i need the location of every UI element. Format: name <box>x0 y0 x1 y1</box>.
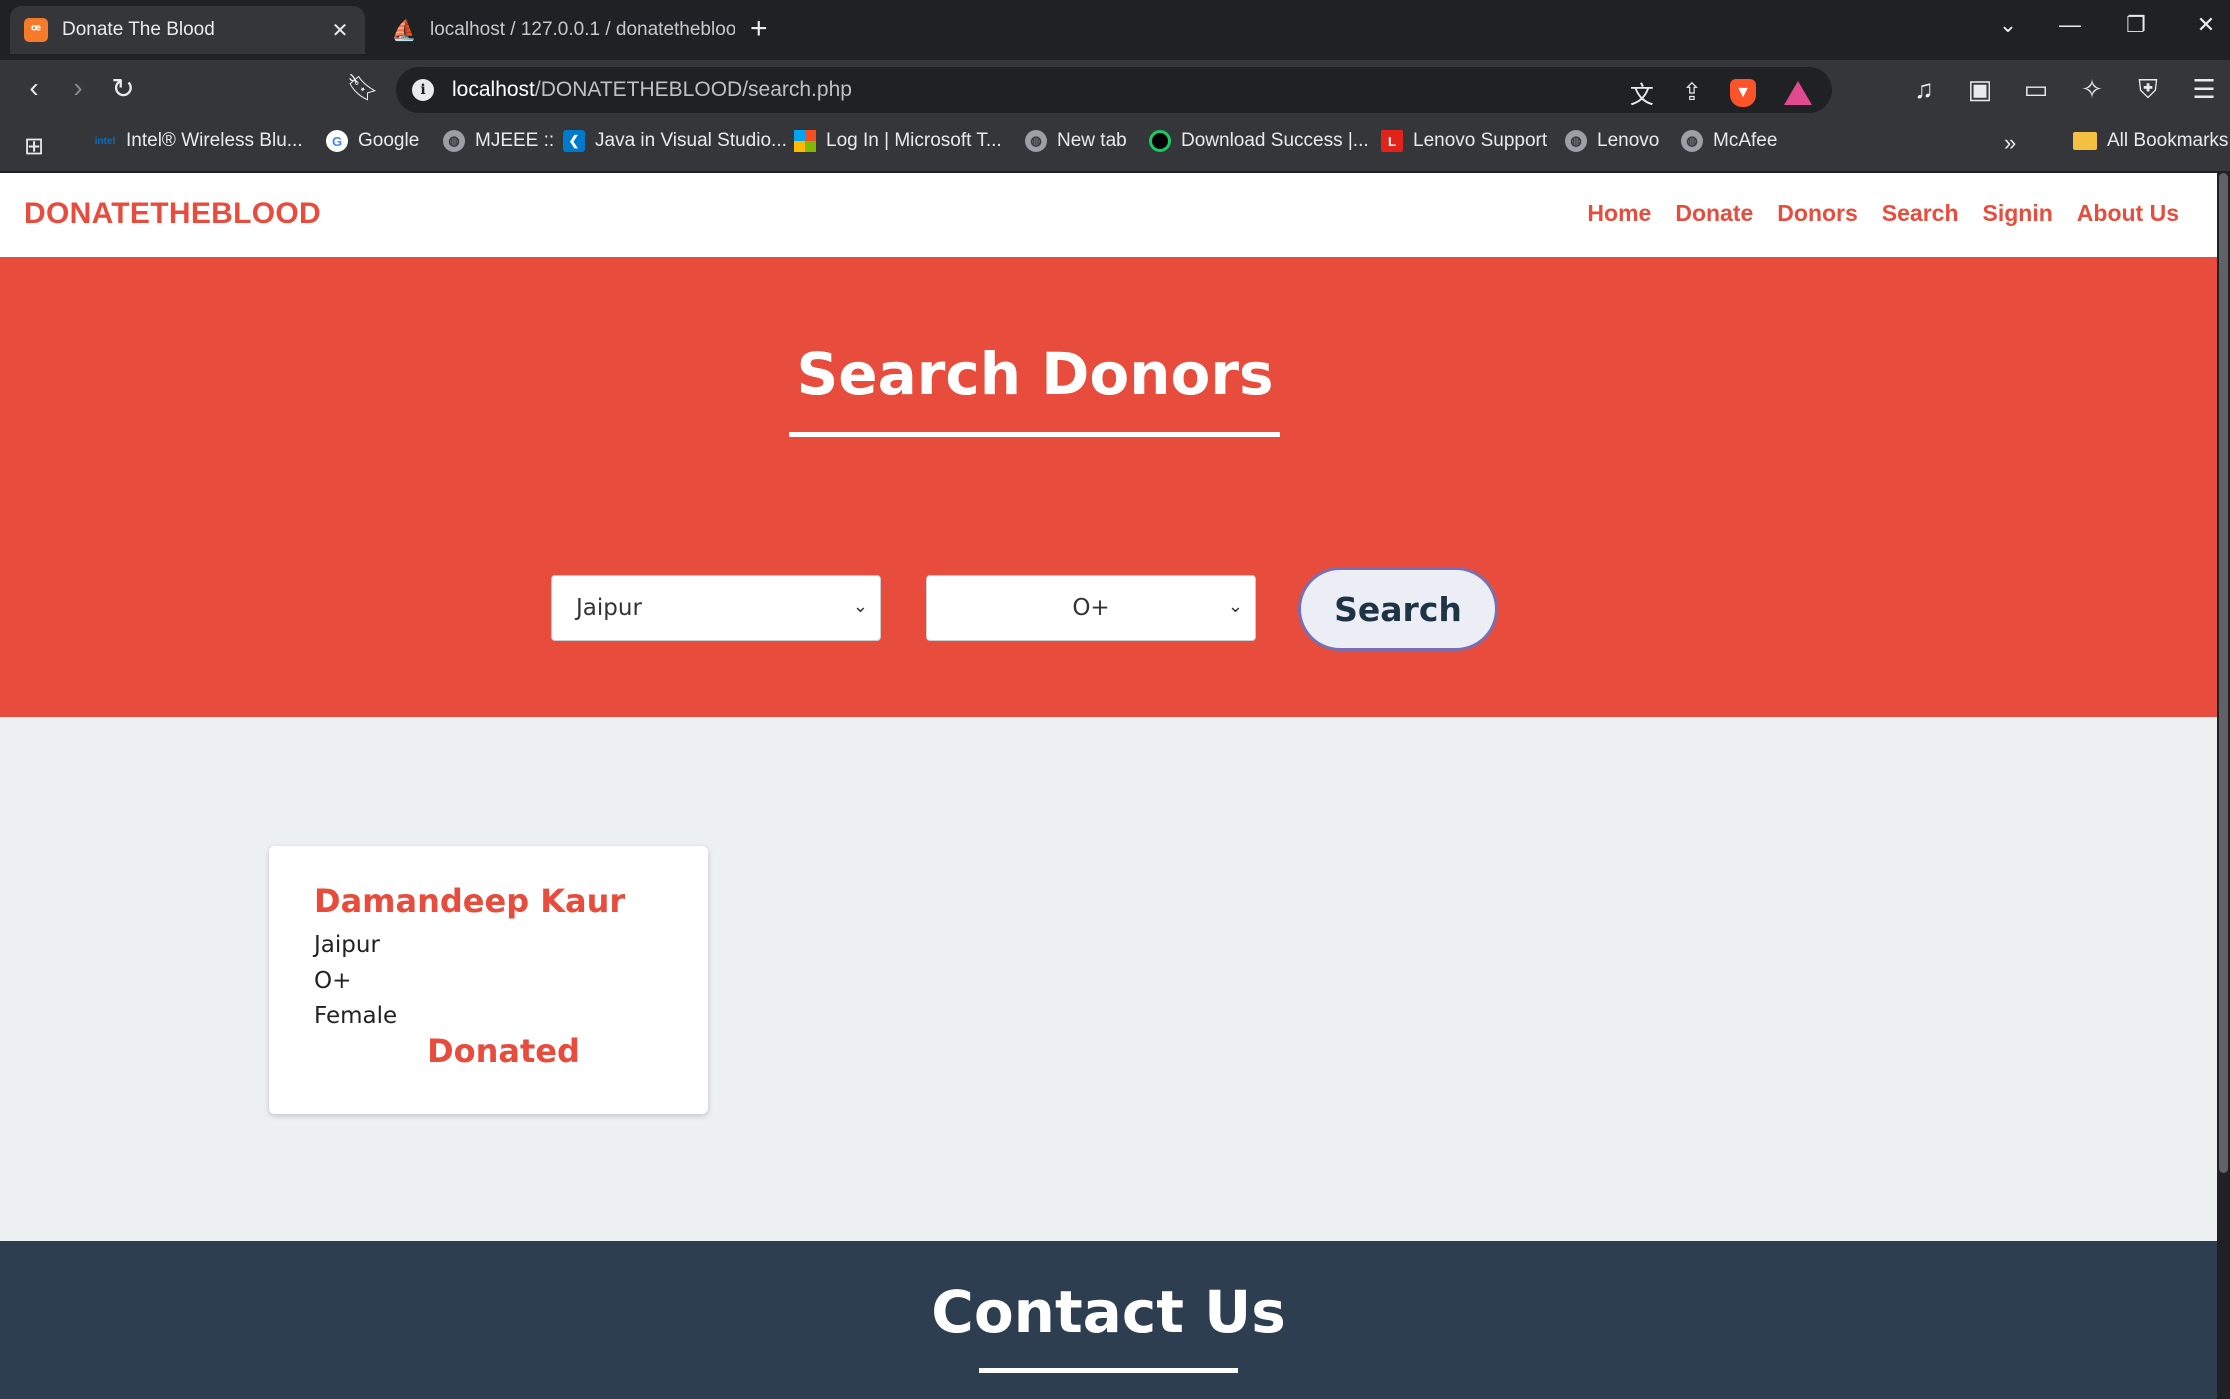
translate-icon[interactable]: 文 <box>1630 75 1654 110</box>
bookmark-download-success[interactable]: Download Success |... <box>1149 130 1369 152</box>
search-hero: Search Donors Jaipur ⌄ O+ ⌄ Search <box>0 257 2217 717</box>
site-info-icon[interactable]: i <box>412 79 434 101</box>
minimize-icon[interactable]: — <box>2050 12 2090 38</box>
reload-icon[interactable]: ↻ <box>103 72 143 105</box>
tab-donate-the-blood[interactable]: ꟹ Donate The Blood ✕ <box>10 6 365 54</box>
back-arrow-icon[interactable]: ‹ <box>14 72 54 104</box>
vpn-shield-icon[interactable]: ⛨ <box>2132 74 2164 106</box>
contact-title: Contact Us <box>931 1278 1286 1346</box>
brave-shields-icon[interactable]: ▼ <box>1730 78 1756 107</box>
menu-icon[interactable]: ☰ <box>2188 74 2220 106</box>
share-icon[interactable]: ⇪ <box>1682 78 1702 107</box>
globe-icon: ◍ <box>1681 130 1703 152</box>
restore-icon[interactable]: ❐ <box>2116 12 2156 38</box>
globe-icon: ◍ <box>1565 130 1587 152</box>
site-nav-links: Home Donate Donors Search Signin About U… <box>1587 200 2179 227</box>
media-icon[interactable]: ♫ <box>1908 74 1940 106</box>
title-underline <box>789 432 1280 437</box>
lenovo-icon: L <box>1381 130 1403 152</box>
scrollbar-thumb[interactable] <box>2219 173 2228 1173</box>
donor-city: Jaipur <box>314 932 380 958</box>
bookmark-mcafee[interactable]: ◍ McAfee <box>1681 130 1777 152</box>
tab-title: localhost / 127.0.0.1 / donatetheblood <box>430 19 735 40</box>
more-bookmarks-chevron-icon[interactable]: » <box>2004 130 2016 156</box>
close-icon[interactable]: ✕ <box>325 18 355 43</box>
nav-search[interactable]: Search <box>1882 200 1959 227</box>
all-bookmarks[interactable]: All Bookmarks <box>2073 130 2228 152</box>
globe-icon: ◍ <box>1025 130 1047 152</box>
bookmark-mjeee[interactable]: ◍ MJEEE :: <box>443 130 554 152</box>
tab-title: Donate The Blood <box>62 19 215 40</box>
contact-title-underline <box>979 1368 1238 1373</box>
forward-arrow-icon[interactable]: › <box>58 72 98 104</box>
leo-ai-icon[interactable]: ✧ <box>2076 74 2108 106</box>
sidebar-icon[interactable]: ▣ <box>1964 74 1996 106</box>
donor-status: Donated <box>427 1032 580 1070</box>
chevron-down-icon: ⌄ <box>1227 596 1243 617</box>
apps-grid-icon[interactable]: ⊞ <box>24 132 44 161</box>
phpmyadmin-icon: ⛵ <box>391 19 417 42</box>
bookmark-intel[interactable]: intel Intel® Wireless Blu... <box>94 130 303 152</box>
web-page: DONATETHEBLOOD Home Donate Donors Search… <box>0 173 2217 1399</box>
city-select-value: Jaipur <box>576 595 642 621</box>
vscode-icon: ❮ <box>563 130 585 152</box>
contact-section: Contact Us <box>0 1241 2217 1399</box>
nav-donate[interactable]: Donate <box>1675 200 1753 227</box>
bookmark-new-tab[interactable]: ◍ New tab <box>1025 130 1127 152</box>
donor-card: Damandeep Kaur Jaipur O+ Female Donated <box>269 846 708 1114</box>
search-button[interactable]: Search <box>1298 567 1498 651</box>
page-title: Search Donors <box>796 340 1274 408</box>
globe-icon: ◍ <box>443 130 465 152</box>
donor-blood-group: O+ <box>314 968 352 994</box>
browser-tab-bar: ꟹ Donate The Blood ✕ ⛵ localhost / 127.0… <box>0 0 2230 60</box>
blood-group-select[interactable]: O+ ⌄ <box>926 575 1256 641</box>
page-scrollbar[interactable] <box>2217 173 2230 1399</box>
brave-rewards-icon[interactable] <box>1784 80 1812 105</box>
site-brand[interactable]: DONATETHEBLOOD <box>24 197 321 231</box>
browser-toolbar: ‹ › ↻ 🔖︎ i localhost/DONATETHEBLOOD/sear… <box>0 60 2230 120</box>
xampp-icon: ꟹ <box>24 18 48 42</box>
nav-about-us[interactable]: About Us <box>2077 200 2179 227</box>
wallet-icon[interactable]: ▭ <box>2020 74 2052 106</box>
bookmark-microsoft[interactable]: Log In | Microsoft T... <box>794 130 1002 152</box>
window-close-icon[interactable]: ✕ <box>2186 12 2226 38</box>
bookmark-lenovo-support[interactable]: L Lenovo Support <box>1381 130 1547 152</box>
chevron-down-icon: ⌄ <box>852 596 868 617</box>
bookmark-google[interactable]: G Google <box>326 130 419 152</box>
donor-gender: Female <box>314 1003 398 1029</box>
folder-icon <box>2073 132 2097 150</box>
site-navbar: DONATETHEBLOOD Home Donate Donors Search… <box>0 173 2217 257</box>
download-icon <box>1149 130 1171 152</box>
microsoft-icon <box>794 130 816 152</box>
nav-signin[interactable]: Signin <box>1983 200 2053 227</box>
city-select[interactable]: Jaipur ⌄ <box>551 575 881 641</box>
nav-donors[interactable]: Donors <box>1777 200 1858 227</box>
new-tab-plus-icon[interactable]: + <box>750 12 768 46</box>
nav-home[interactable]: Home <box>1587 200 1651 227</box>
donor-name: Damandeep Kaur <box>314 882 626 920</box>
url-text[interactable]: localhost/DONATETHEBLOOD/search.php <box>452 78 852 102</box>
bookmark-lenovo[interactable]: ◍ Lenovo <box>1565 130 1659 152</box>
intel-icon: intel <box>94 135 116 147</box>
tab-phpmyadmin[interactable]: ⛵ localhost / 127.0.0.1 / donatetheblood <box>380 6 735 54</box>
bookmark-icon[interactable]: 🔖︎ <box>343 72 383 103</box>
blood-group-select-value: O+ <box>1072 595 1110 621</box>
bookmark-java-vscode[interactable]: ❮ Java in Visual Studio... <box>563 130 787 152</box>
address-bar[interactable]: i localhost/DONATETHEBLOOD/search.php 文 … <box>396 67 1832 113</box>
bookmarks-bar: ⊞ intel Intel® Wireless Blu... G Google ◍ M… <box>0 120 2230 172</box>
tab-search-chevron-icon[interactable]: ⌄ <box>1988 12 2028 38</box>
google-icon: G <box>326 130 348 152</box>
